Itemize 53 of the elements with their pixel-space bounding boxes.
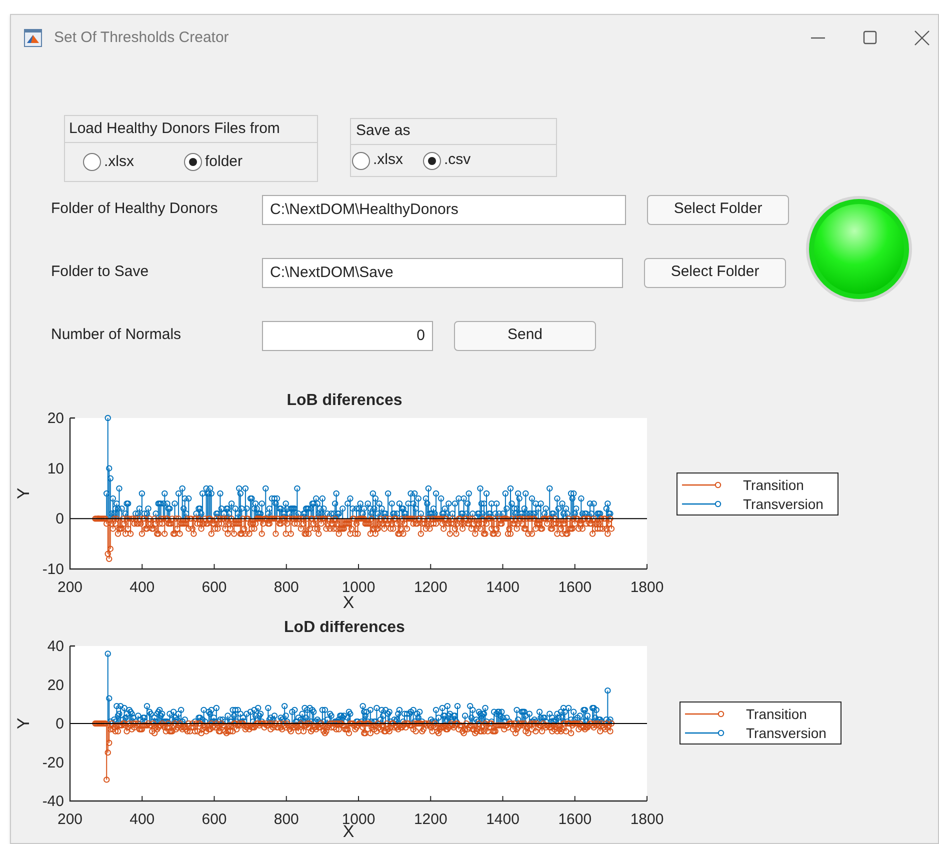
field-label: Folder to Save [51, 262, 150, 282]
tick-label: 200 [57, 811, 83, 828]
tick-label: 1800 [630, 579, 664, 596]
tick-label: 800 [274, 579, 299, 596]
app-icon [24, 29, 42, 47]
tick-label: -20 [42, 754, 64, 772]
tick-label: 1400 [486, 811, 520, 828]
radio-button[interactable]: .csv [423, 149, 471, 172]
legend-label: Transversion [746, 725, 826, 741]
tick-label: -10 [42, 561, 64, 578]
tick-label: 0 [56, 510, 64, 528]
push-button[interactable]: Select Folder [647, 194, 789, 224]
group-title: Save as [351, 119, 556, 145]
window-title: Set Of Thresholds Creator [54, 28, 229, 48]
tick-label: 400 [130, 579, 155, 596]
plot-title: LoB diferences [286, 392, 402, 409]
input-field[interactable]: 0 [262, 320, 433, 350]
group-title: Load Healthy Donors Files from [65, 116, 317, 143]
tick-label: 0 [56, 716, 64, 732]
push-button[interactable]: Select Folder [644, 258, 786, 288]
push-button[interactable]: Send [454, 320, 596, 350]
tick-label: 1200 [414, 811, 448, 828]
axis-label: Y [14, 718, 33, 730]
tick-label: 40 [47, 638, 64, 655]
input-field[interactable]: C:\NextDOM\HealthyDonors [262, 194, 626, 224]
tick-label: -40 [42, 793, 64, 810]
tick-label: 1600 [558, 811, 592, 828]
legend-label: Transversion [743, 496, 824, 512]
tick-label: 1000 [342, 579, 376, 596]
tick-label: 20 [47, 410, 64, 427]
tick-label: 600 [202, 579, 227, 596]
tick-label: 1400 [486, 579, 520, 596]
input-field[interactable]: C:\NextDOM\Save [262, 258, 623, 288]
legend-label: Transition [746, 706, 807, 722]
field-label: Folder of Healthy Donors [51, 199, 219, 220]
tick-label: 1800 [630, 811, 664, 828]
legend-label: Transition [743, 477, 804, 493]
radio-button[interactable]: .xlsx [83, 150, 134, 174]
tick-label: 10 [47, 460, 64, 478]
radio-button[interactable]: folder [184, 150, 243, 174]
maximize-icon[interactable] [862, 30, 878, 46]
radio-button[interactable]: .xlsx [352, 149, 403, 172]
tick-label: 400 [130, 811, 155, 828]
tick-label: 800 [274, 811, 299, 828]
tick-label: 600 [202, 811, 227, 828]
tick-label: 20 [47, 676, 64, 694]
tick-label: 200 [57, 579, 83, 596]
axis-label: X [342, 593, 354, 612]
tick-label: 1600 [558, 579, 592, 596]
axis-label: Y [14, 488, 33, 500]
close-icon[interactable] [914, 30, 930, 46]
tick-label: 1200 [414, 579, 448, 596]
field-label: Number of Normals [51, 325, 182, 346]
